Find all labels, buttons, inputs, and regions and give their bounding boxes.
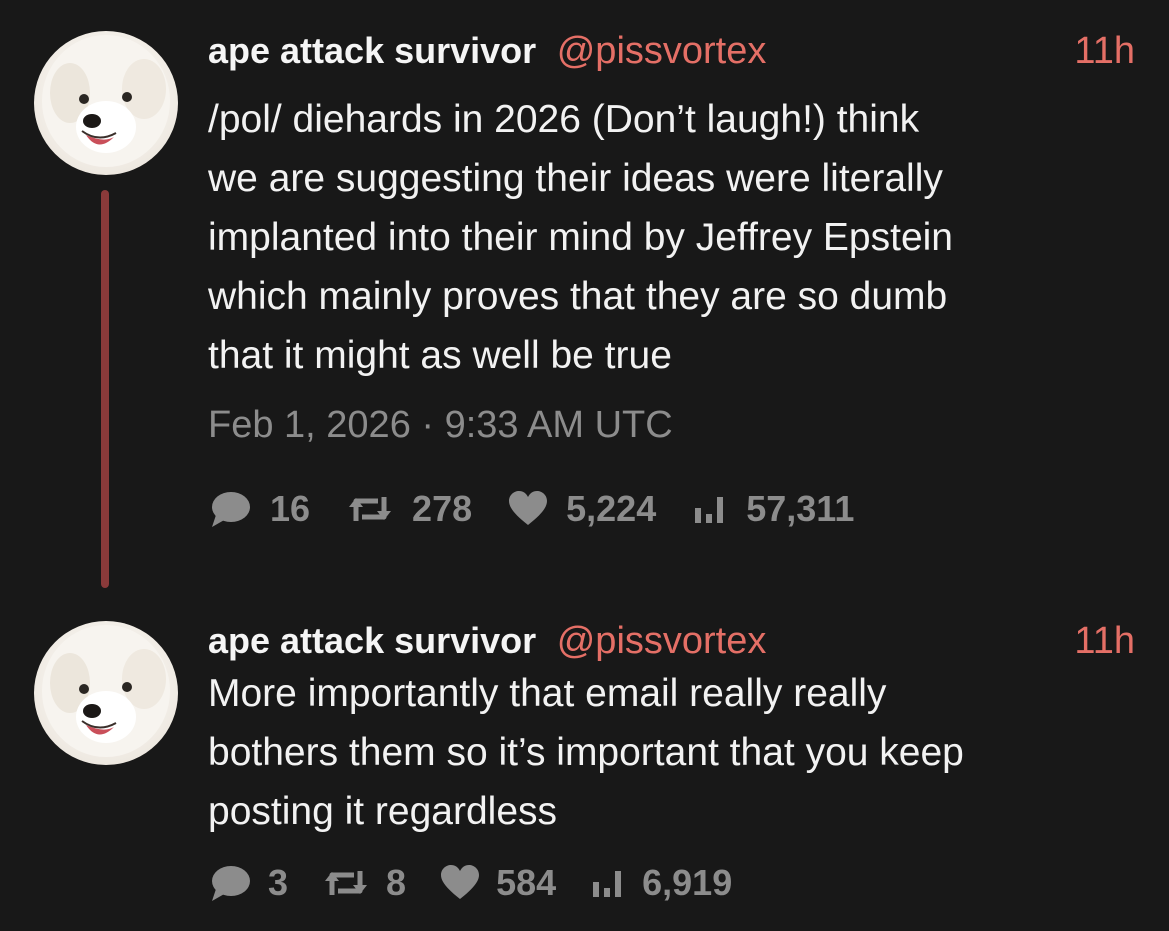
- post-header: ape attack survivor @pissvortex 11h: [208, 618, 1135, 664]
- post[interactable]: ape attack survivor @pissvortex 11h /pol…: [0, 0, 1169, 560]
- repost-button[interactable]: 278: [346, 488, 508, 530]
- repost-count: 8: [386, 862, 407, 903]
- relative-time[interactable]: 11h: [1074, 28, 1135, 74]
- like-button[interactable]: 584: [440, 862, 590, 904]
- reply-count: 16: [270, 488, 311, 529]
- repost-arrows-icon: [349, 497, 392, 521]
- avatar[interactable]: [34, 31, 178, 175]
- post-text: /pol/ diehards in 2026 (Don’t laugh!) th…: [208, 98, 953, 377]
- dog-avatar-image: [42, 625, 170, 757]
- post-header: ape attack survivor @pissvortex 11h: [208, 28, 1135, 74]
- post-text: More importantly that email really reall…: [208, 672, 964, 833]
- post-timestamp[interactable]: Feb 1, 2026 · 9:33 AM UTC: [208, 404, 673, 447]
- author-display-name[interactable]: ape attack survivor: [208, 30, 536, 71]
- reply-count: 3: [268, 862, 289, 903]
- dog-avatar-image: [42, 35, 170, 167]
- like-button[interactable]: 5,224: [508, 488, 692, 530]
- heart-icon: [441, 865, 480, 899]
- author-display-name[interactable]: ape attack survivor: [208, 620, 536, 661]
- heart-icon: [509, 491, 548, 525]
- post[interactable]: ape attack survivor @pissvortex 11h More…: [0, 590, 1169, 931]
- reply-button[interactable]: 3: [208, 862, 322, 904]
- reply-button[interactable]: 16: [208, 488, 346, 530]
- view-count: 6,919: [642, 862, 733, 903]
- like-count: 584: [496, 862, 557, 903]
- view-count: 57,311: [746, 488, 855, 529]
- bar-chart-icon: [695, 497, 724, 523]
- avatar[interactable]: [34, 621, 178, 765]
- engagement-bar: 16 278 5,224 57,311: [208, 484, 890, 534]
- engagement-bar: 3 8 584 6,919: [208, 858, 766, 908]
- author-handle[interactable]: @pissvortex: [557, 30, 767, 72]
- repost-button[interactable]: 8: [322, 862, 440, 904]
- author-handle[interactable]: @pissvortex: [557, 620, 767, 662]
- like-count: 5,224: [566, 488, 657, 529]
- speech-bubble-icon: [212, 866, 250, 901]
- repost-count: 278: [412, 488, 473, 529]
- speech-bubble-icon: [212, 492, 250, 527]
- bar-chart-icon: [593, 871, 622, 897]
- views-button[interactable]: 57,311: [692, 488, 890, 530]
- views-button[interactable]: 6,919: [590, 862, 766, 904]
- relative-time[interactable]: 11h: [1074, 618, 1135, 664]
- repost-arrows-icon: [325, 871, 368, 895]
